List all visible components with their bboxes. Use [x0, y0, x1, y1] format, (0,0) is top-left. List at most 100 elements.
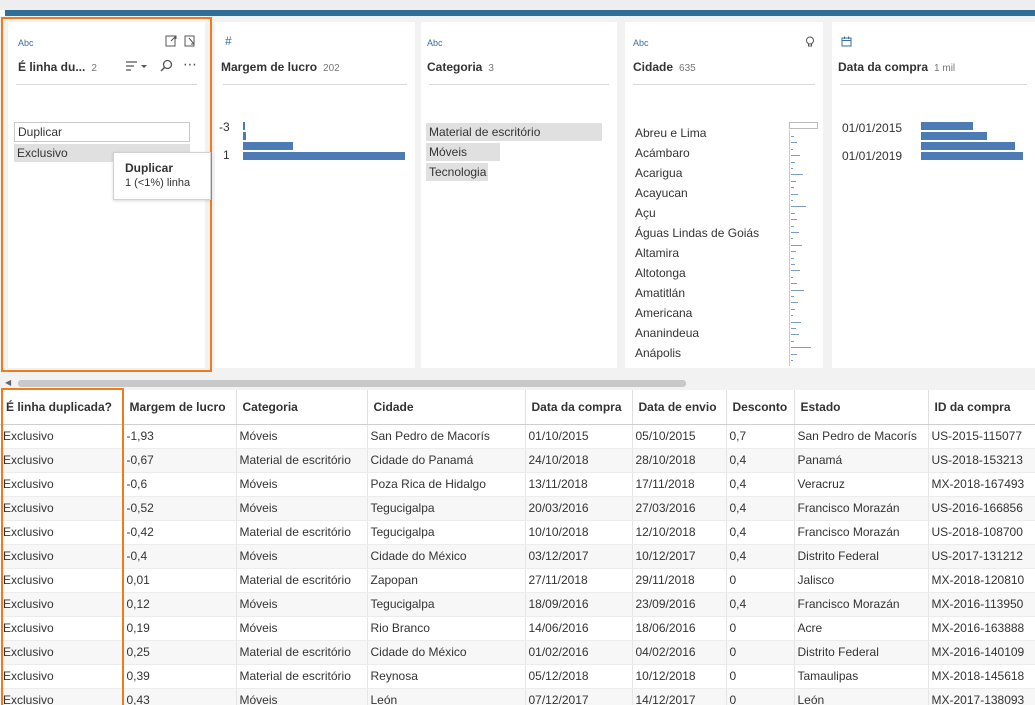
- table-row[interactable]: Exclusivo 0,19 Móveis Rio Branco 14/06/2016 1…: [0, 616, 1035, 641]
- table-cell[interactable]: Francisco Morazán: [794, 496, 929, 521]
- table-cell[interactable]: 05/12/2018: [525, 664, 633, 689]
- table-cell[interactable]: 29/11/2018: [632, 568, 727, 593]
- profile-card-cidade[interactable]: Abc Cidade 635 Abreu e Lima Acámbaro Acarig…: [625, 22, 823, 368]
- table-cell[interactable]: 0,43: [123, 688, 237, 705]
- table-cell[interactable]: 07/12/2017: [525, 688, 633, 705]
- table-cell[interactable]: Exclusivo: [0, 520, 124, 545]
- table-cell[interactable]: 0,4: [726, 448, 795, 473]
- table-cell[interactable]: 0,39: [123, 664, 237, 689]
- table-cell[interactable]: -0,6: [123, 472, 237, 497]
- table-cell[interactable]: Francisco Morazán: [794, 592, 929, 617]
- table-cell[interactable]: Tamaulipas: [794, 664, 929, 689]
- table-cell[interactable]: Móveis: [236, 592, 368, 617]
- table-cell[interactable]: Tegucigalpa: [367, 520, 526, 545]
- table-cell[interactable]: Exclusivo: [0, 640, 124, 665]
- table-cell[interactable]: US-2017-131212: [928, 544, 1035, 569]
- table-cell[interactable]: Exclusivo: [0, 496, 124, 521]
- table-cell[interactable]: Cidade do Panamá: [367, 448, 526, 473]
- table-row[interactable]: Exclusivo -0,52 Móveis Tegucigalpa 20/03/201…: [0, 496, 1035, 521]
- city-item[interactable]: Altamira: [635, 246, 679, 260]
- table-cell[interactable]: Material de escritório: [236, 520, 368, 545]
- category-item[interactable]: Tecnologia: [426, 163, 488, 181]
- table-cell[interactable]: 13/11/2018: [525, 472, 633, 497]
- table-cell[interactable]: 0,12: [123, 592, 237, 617]
- table-cell[interactable]: US-2018-108700: [928, 520, 1035, 545]
- table-cell[interactable]: Acre: [794, 616, 929, 641]
- table-cell[interactable]: MX-2016-163888: [928, 616, 1035, 641]
- lightbulb-icon[interactable]: [805, 36, 815, 48]
- city-item[interactable]: Altotonga: [635, 266, 686, 280]
- table-row[interactable]: Exclusivo -0,42 Material de escritório Tegu…: [0, 520, 1035, 545]
- table-cell[interactable]: 0: [726, 568, 795, 593]
- table-cell[interactable]: MX-2017-138093: [928, 688, 1035, 705]
- table-cell[interactable]: San Pedro de Macorís: [794, 424, 929, 449]
- column-header[interactable]: ID da compra: [928, 390, 1035, 425]
- number-type-icon[interactable]: #: [225, 34, 232, 48]
- table-cell[interactable]: Panamá: [794, 448, 929, 473]
- histogram-bar[interactable]: [243, 122, 245, 130]
- city-item[interactable]: Amatitlán: [635, 286, 685, 300]
- table-cell[interactable]: Exclusivo: [0, 688, 124, 705]
- table-cell[interactable]: MX-2016-113950: [928, 592, 1035, 617]
- table-cell[interactable]: 0: [726, 688, 795, 705]
- table-cell[interactable]: Material de escritório: [236, 664, 368, 689]
- table-cell[interactable]: 0: [726, 664, 795, 689]
- table-cell[interactable]: 28/10/2018: [632, 448, 727, 473]
- column-header[interactable]: Estado: [794, 390, 929, 425]
- table-cell[interactable]: 10/12/2017: [632, 544, 727, 569]
- city-item[interactable]: Anápolis: [635, 346, 681, 360]
- table-row[interactable]: Exclusivo 0,43 Móveis León 07/12/2017 14/12/2…: [0, 688, 1035, 705]
- table-cell[interactable]: US-2016-166856: [928, 496, 1035, 521]
- table-cell[interactable]: 01/10/2015: [525, 424, 633, 449]
- table-cell[interactable]: Reynosa: [367, 664, 526, 689]
- table-cell[interactable]: -0,42: [123, 520, 237, 545]
- table-row[interactable]: Exclusivo 0,39 Material de escritório Reyno…: [0, 664, 1035, 689]
- table-row[interactable]: Exclusivo -0,6 Móveis Poza Rica de Hidalgo 1…: [0, 472, 1035, 497]
- table-cell[interactable]: Material de escritório: [236, 568, 368, 593]
- scroll-thumb[interactable]: [18, 380, 686, 387]
- table-cell[interactable]: 17/11/2018: [632, 472, 727, 497]
- table-cell[interactable]: Tegucigalpa: [367, 496, 526, 521]
- city-item[interactable]: Ananindeua: [635, 326, 699, 340]
- histogram-bar[interactable]: [243, 142, 293, 150]
- category-item[interactable]: Material de escritório: [426, 123, 602, 141]
- table-cell[interactable]: 03/12/2017: [525, 544, 633, 569]
- table-cell[interactable]: 23/09/2016: [632, 592, 727, 617]
- table-cell[interactable]: MX-2018-120810: [928, 568, 1035, 593]
- table-cell[interactable]: Distrito Federal: [794, 640, 929, 665]
- table-cell[interactable]: 0: [726, 640, 795, 665]
- table-row[interactable]: Exclusivo -0,67 Material de escritório Cida…: [0, 448, 1035, 473]
- string-type-icon[interactable]: Abc: [633, 38, 649, 48]
- table-cell[interactable]: Exclusivo: [0, 448, 124, 473]
- column-header[interactable]: Data da compra: [525, 390, 633, 425]
- table-cell[interactable]: 05/10/2015: [632, 424, 727, 449]
- table-cell[interactable]: Rio Branco: [367, 616, 526, 641]
- table-cell[interactable]: -1,93: [123, 424, 237, 449]
- table-cell[interactable]: -0,67: [123, 448, 237, 473]
- date-histogram-bar[interactable]: [921, 122, 973, 130]
- table-cell[interactable]: 20/03/2016: [525, 496, 633, 521]
- table-cell[interactable]: 0,4: [726, 520, 795, 545]
- table-cell[interactable]: Tegucigalpa: [367, 592, 526, 617]
- table-cell[interactable]: MX-2018-145618: [928, 664, 1035, 689]
- table-row[interactable]: Exclusivo -1,93 Móveis San Pedro de Macorís…: [0, 424, 1035, 449]
- city-item[interactable]: Abreu e Lima: [635, 126, 706, 140]
- city-item[interactable]: Acámbaro: [635, 146, 690, 160]
- table-cell[interactable]: Material de escritório: [236, 640, 368, 665]
- table-cell[interactable]: Veracruz: [794, 472, 929, 497]
- horizontal-scrollbar[interactable]: ◀: [0, 376, 1035, 390]
- table-cell[interactable]: 0,01: [123, 568, 237, 593]
- calendar-icon[interactable]: [841, 36, 852, 47]
- table-cell[interactable]: Jalisco: [794, 568, 929, 593]
- date-histogram-bar[interactable]: [921, 152, 1023, 160]
- city-scroll-thumb[interactable]: [789, 122, 818, 129]
- date-histogram-bar[interactable]: [921, 132, 987, 140]
- table-cell[interactable]: San Pedro de Macorís: [367, 424, 526, 449]
- city-item[interactable]: Acarigua: [635, 166, 682, 180]
- table-cell[interactable]: 0,4: [726, 496, 795, 521]
- table-row[interactable]: Exclusivo 0,01 Material de escritório Zapop…: [0, 568, 1035, 593]
- table-cell[interactable]: Móveis: [236, 424, 368, 449]
- table-cell[interactable]: Exclusivo: [0, 424, 124, 449]
- table-cell[interactable]: 14/12/2017: [632, 688, 727, 705]
- table-cell[interactable]: Exclusivo: [0, 616, 124, 641]
